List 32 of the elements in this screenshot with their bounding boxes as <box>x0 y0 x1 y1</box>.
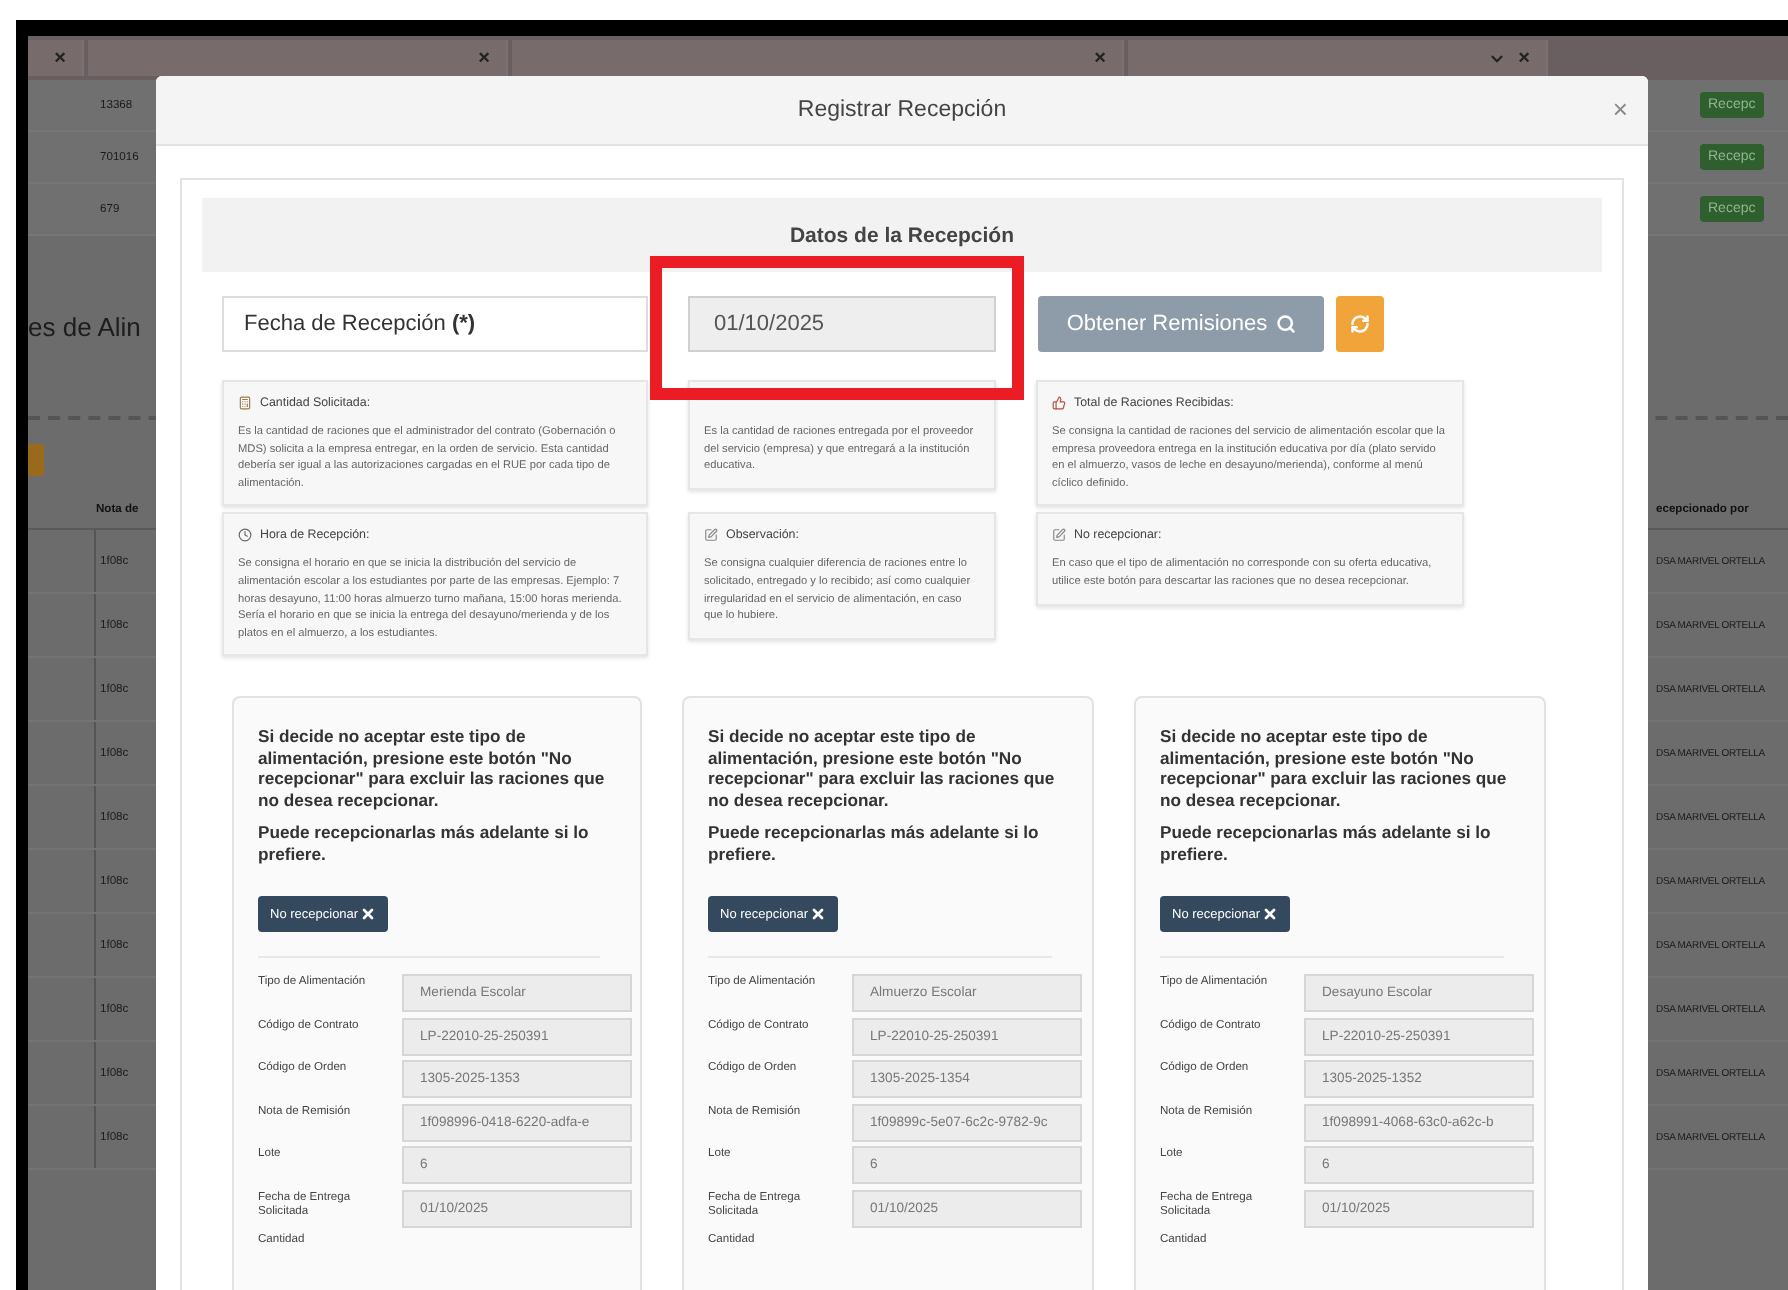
date-field[interactable]: 01/10/2025 <box>688 296 996 352</box>
note-text: Puede recepcionarlas más adelante si lo prefiere. <box>1160 822 1493 865</box>
refresh-icon <box>1350 314 1370 334</box>
section-title: Datos de la Recepción <box>789 223 1015 247</box>
clear-mark[interactable]: × <box>1518 47 1530 69</box>
close-icon <box>360 906 377 923</box>
refresh-button[interactable] <box>1336 296 1384 352</box>
filter-field[interactable]: × <box>88 40 508 76</box>
note-icon <box>1052 528 1066 543</box>
modal-title: Registrar Recepción <box>797 98 1007 122</box>
close-button[interactable]: × <box>1612 94 1628 124</box>
close-icon <box>1262 906 1279 923</box>
note-text: Puede recepcionarlas más adelante si lo prefiere. <box>258 822 591 865</box>
filter-field[interactable]: × <box>512 40 1124 76</box>
filter-field[interactable]: × <box>1128 40 1548 76</box>
warning-text: Si decide no aceptar este tipo de alimentación, presione este botón "No recepcionar" para excluir las raciones que no desea recepcionar. <box>1160 726 1509 811</box>
close-icon <box>810 906 827 923</box>
warning-text: Si decide no aceptar este tipo de alimentación, presione este botón "No recepcionar" para excluir las raciones que no desea recepcionar. <box>258 726 607 811</box>
clear-mark[interactable]: × <box>54 47 66 69</box>
note-icon <box>704 528 718 543</box>
thumbs-up-icon <box>1052 396 1066 410</box>
search-icon <box>1275 314 1296 334</box>
fetch-button[interactable]: Obtener Remisiones <box>1038 296 1324 352</box>
calculator-icon <box>238 396 252 410</box>
clear-mark[interactable]: × <box>1094 47 1106 69</box>
filter-field[interactable]: × <box>28 40 84 76</box>
warning-text: Si decide no aceptar este tipo de alimentación, presione este botón "No recepcionar" para excluir las raciones que no desea recepcionar. <box>708 726 1057 811</box>
clock-icon <box>238 528 252 543</box>
note-text: Puede recepcionarlas más adelante si lo prefiere. <box>708 822 1041 865</box>
page-heading: es de Alin <box>28 311 141 341</box>
clear-mark[interactable]: × <box>478 47 490 69</box>
date-label: Fecha de Recepción (*) <box>222 296 648 352</box>
